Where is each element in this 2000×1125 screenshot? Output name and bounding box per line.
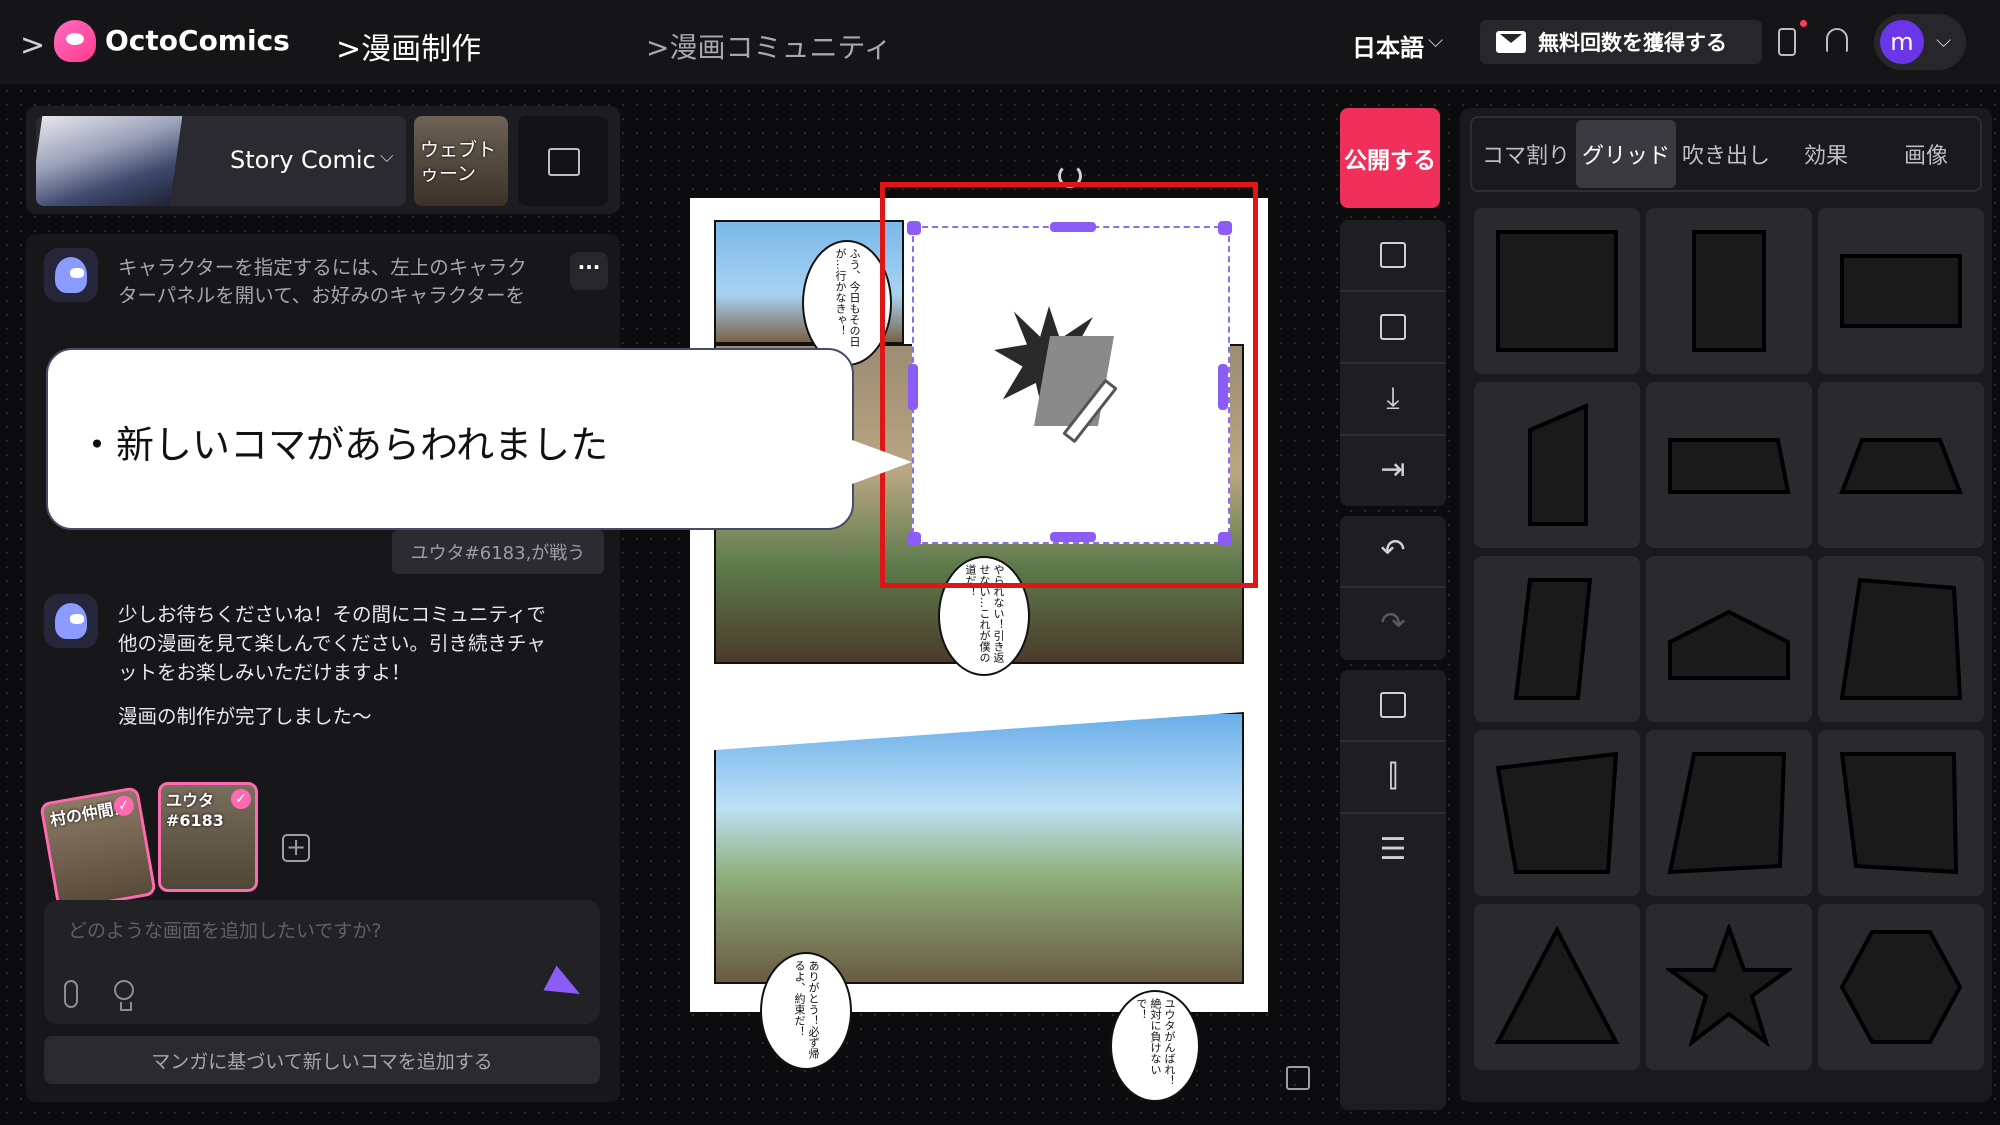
redo-button[interactable]: ↷ — [1340, 588, 1446, 660]
folder-icon — [548, 148, 580, 176]
frame-icon — [1380, 692, 1406, 718]
shape-tapered-rectangle[interactable] — [1818, 730, 1984, 896]
bell-icon[interactable] — [1826, 28, 1848, 52]
shape-square[interactable] — [1474, 208, 1640, 374]
chat-input-placeholder: どのような画面を追加したいですか? — [68, 920, 382, 942]
nav-comic-creation-label: 漫画制作 — [361, 32, 482, 67]
add-character-button[interactable]: + — [282, 834, 310, 862]
bot-message: キャラクターを指定するには、左上のキャラクターパネルを開いて、お好みのキャラクタ… — [118, 256, 527, 307]
shape-tall-rectangle[interactable] — [1646, 208, 1812, 374]
shape-triangle[interactable] — [1474, 904, 1640, 1070]
tab-panel-split[interactable]: コマ割り — [1476, 120, 1576, 188]
logo-text[interactable]: OctoComics — [105, 24, 290, 57]
callout-text: ・新しいコマがあらわれました — [78, 423, 609, 467]
chat-input-box[interactable]: どのような画面を追加したいですか? — [44, 900, 600, 1024]
shape-parallelogram[interactable] — [1646, 382, 1812, 548]
nav-comic-community[interactable]: >漫画コミュニティ — [646, 26, 892, 66]
download-icon: ⤓ — [1386, 381, 1400, 416]
align-horizontal-icon: ☰ — [1379, 832, 1407, 867]
webtoon-label: ウェブトゥーン — [420, 139, 497, 185]
edit-icon[interactable] — [1286, 1066, 1310, 1090]
comic-panel[interactable] — [714, 712, 1244, 984]
save-icon — [1380, 242, 1406, 268]
style-dropdown[interactable]: Story Comic ⌵ — [36, 116, 406, 206]
history-tool-group: ↶ ↷ — [1340, 516, 1446, 660]
shape-pentagon-house[interactable] — [1646, 556, 1812, 722]
shape-leaning-quadrilateral[interactable] — [1646, 730, 1812, 896]
tab-effects[interactable]: 効果 — [1776, 120, 1876, 188]
get-free-credits-button[interactable]: 無料回数を獲得する — [1480, 20, 1762, 64]
avatar[interactable]: m — [1880, 20, 1924, 64]
promo-label: 無料回数を獲得する — [1538, 31, 1727, 55]
bot-message: 漫画の制作が完了しました～ — [118, 705, 372, 728]
expand-sidebar-icon[interactable]: > — [20, 28, 45, 63]
language-selector[interactable]: 日本語 — [1352, 28, 1424, 63]
shape-skewed-rectangle[interactable] — [1474, 556, 1640, 722]
bot-avatar — [44, 248, 98, 302]
shape-slanted-rectangle[interactable] — [1474, 382, 1640, 548]
save-button[interactable] — [1340, 220, 1446, 292]
style-thumbnail — [36, 116, 183, 206]
shape-panel: コマ割り グリッド 吹き出し 効果 画像 — [1460, 108, 1992, 1102]
speech-bubble[interactable]: ユウタがんばれ！絶対に負けないで！ — [1110, 990, 1200, 1102]
shape-trapezoid-inverted[interactable] — [1474, 730, 1640, 896]
mail-icon — [1496, 31, 1526, 53]
speech-bubble[interactable]: ありがとう！必ず帰るよ、約束だ！ — [760, 952, 852, 1070]
character-folder-button[interactable] — [518, 116, 608, 206]
shape-star[interactable] — [1646, 904, 1812, 1070]
shape-trapezoid[interactable] — [1818, 382, 1984, 548]
share-button[interactable] — [1340, 292, 1446, 364]
undo-icon: ↶ — [1380, 533, 1406, 568]
callout-tail — [852, 440, 912, 484]
character-card[interactable]: ユウタ#6183 ✓ — [158, 782, 258, 892]
shape-hexagon[interactable] — [1818, 904, 1984, 1070]
layout-tool-group: ⫿ ☰ — [1340, 670, 1446, 1110]
highlight-annotation — [880, 182, 1258, 588]
user-menu[interactable]: m ⌵ — [1874, 14, 1966, 70]
notification-dot — [1800, 20, 1807, 27]
shape-quadrilateral[interactable] — [1818, 556, 1984, 722]
chevron-down-icon: ⌵ — [380, 146, 394, 167]
chevron-down-icon[interactable]: ⌵ — [1428, 28, 1443, 52]
send-icon[interactable] — [543, 965, 587, 1007]
tab-images[interactable]: 画像 — [1876, 120, 1976, 188]
bot-avatar — [44, 594, 98, 648]
tutorial-callout: ・新しいコマがあらわれました — [46, 348, 854, 530]
nav-comic-community-label: 漫画コミュニティ — [669, 31, 892, 64]
share-icon — [1380, 314, 1406, 340]
character-card[interactable]: 村の仲間た ✓ — [39, 786, 157, 912]
file-tool-group: ⤓ ⇥ — [1340, 220, 1446, 506]
redo-icon: ↷ — [1380, 606, 1406, 641]
top-bar: > OctoComics >漫画制作 >漫画コミュニティ 日本語 ⌵ 無料回数を… — [0, 0, 2000, 84]
tab-grid[interactable]: グリッド — [1576, 120, 1676, 188]
octocomics-logo-icon[interactable] — [54, 20, 96, 62]
export-button[interactable]: ⇥ — [1340, 434, 1446, 506]
align-vertical-icon: ⫿ — [1388, 759, 1398, 794]
align-vertical-button[interactable]: ⫿ — [1340, 742, 1446, 814]
publish-button[interactable]: 公開する — [1340, 108, 1440, 208]
lightbulb-icon[interactable] — [114, 980, 134, 1011]
download-button[interactable]: ⤓ — [1340, 364, 1446, 436]
add-new-panel-button[interactable]: マンガに基づいて新しいコマを追加する — [44, 1036, 600, 1084]
style-name: Story Comic — [230, 146, 376, 174]
mobile-icon[interactable] — [1778, 28, 1796, 56]
more-options-button[interactable]: ··· — [570, 252, 608, 290]
bot-message: 少しお待ちくださいね！その間にコミュニティで他の漫画を見て楽しんでください。引き… — [118, 603, 546, 684]
webtoon-style-card[interactable]: ウェブトゥーン — [414, 116, 508, 206]
shape-wide-rectangle[interactable] — [1818, 208, 1984, 374]
style-selector-bar: Story Comic ⌵ ウェブトゥーン — [26, 106, 620, 214]
fit-frame-button[interactable] — [1340, 670, 1446, 742]
attachment-icon[interactable] — [64, 980, 78, 1008]
export-icon: ⇥ — [1380, 452, 1406, 487]
tab-speech-bubble[interactable]: 吹き出し — [1676, 120, 1776, 188]
shape-tabs: コマ割り グリッド 吹き出し 効果 画像 — [1470, 116, 1982, 192]
chevron-down-icon[interactable]: ⌵ — [1936, 28, 1951, 52]
check-icon: ✓ — [231, 789, 251, 809]
nav-comic-creation[interactable]: >漫画制作 — [336, 24, 481, 68]
user-message: ユウタ#6183,が戦う — [392, 530, 604, 574]
align-horizontal-button[interactable]: ☰ — [1340, 814, 1446, 886]
undo-button[interactable]: ↶ — [1340, 516, 1446, 588]
